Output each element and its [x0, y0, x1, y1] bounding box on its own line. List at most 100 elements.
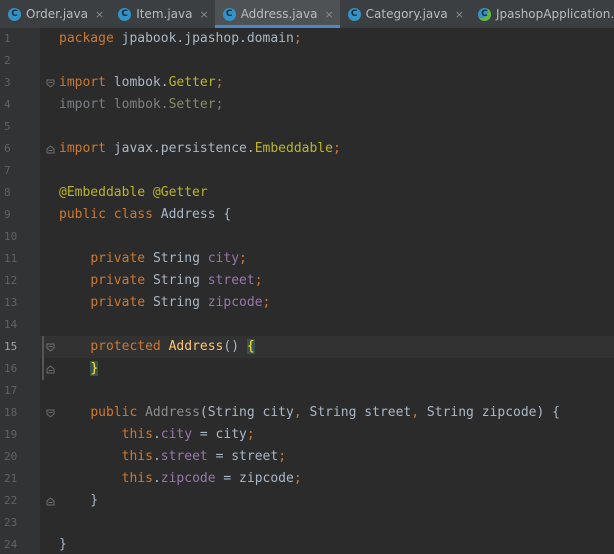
close-icon[interactable]: × [199, 8, 208, 21]
code-token: street [364, 405, 412, 420]
code-line[interactable]: 23 [0, 512, 614, 534]
tab-order-java[interactable]: C Order.java × [0, 0, 110, 28]
code-token: this [121, 427, 153, 442]
close-icon[interactable]: × [324, 8, 333, 21]
code-text: package jpabook.jpashop.domain; [59, 28, 302, 50]
code-line[interactable]: 5 [0, 116, 614, 138]
code-line[interactable]: 22 } [0, 490, 614, 512]
tab-item-java[interactable]: C Item.java × [110, 0, 215, 28]
code-line[interactable]: 18 public Address(String city, String st… [0, 402, 614, 424]
close-icon[interactable]: × [95, 8, 104, 21]
line-gutter[interactable]: 3 [0, 72, 40, 94]
code-token: zipcode [207, 295, 263, 310]
line-number: 14 [4, 318, 18, 331]
code-line[interactable]: 17 [0, 380, 614, 402]
code-token: String [426, 405, 482, 420]
code-token: ; [262, 295, 271, 310]
code-line[interactable]: 9 public class Address { [0, 204, 614, 226]
line-gutter[interactable]: 8 [0, 182, 40, 204]
line-gutter[interactable]: 2 [0, 50, 40, 72]
code-line[interactable]: 15 protected Address() { [0, 336, 614, 358]
line-gutter[interactable]: 24 [0, 534, 40, 554]
code-token: javax.persistence. [113, 141, 255, 156]
line-number: 2 [4, 54, 11, 67]
code-line[interactable]: 16 } [0, 358, 614, 380]
line-gutter[interactable]: 15 [0, 336, 40, 358]
fold-end-icon[interactable] [46, 497, 55, 506]
tab-address-java[interactable]: C Address.java × [214, 0, 340, 28]
code-token: @Embeddable [59, 185, 146, 200]
code-line[interactable]: 7 [0, 160, 614, 182]
code-text: } [59, 358, 99, 380]
code-token: city [160, 427, 200, 442]
line-number: 6 [4, 142, 11, 155]
line-gutter[interactable]: 1 [0, 28, 40, 50]
code-line[interactable]: 20 this.street = street; [0, 446, 614, 468]
line-number: 20 [4, 450, 18, 463]
fold-collapse-icon[interactable] [46, 79, 55, 88]
fold-collapse-icon[interactable] [46, 343, 55, 352]
line-gutter[interactable]: 23 [0, 512, 40, 534]
line-gutter[interactable]: 13 [0, 292, 40, 314]
code-token: ; [332, 141, 341, 156]
line-gutter[interactable]: 20 [0, 446, 40, 468]
code-token: } [90, 361, 99, 376]
code-line[interactable]: 19 this.city = city; [0, 424, 614, 446]
code-token: String [152, 273, 208, 288]
change-marker [42, 358, 44, 380]
code-line[interactable]: 10 [0, 226, 614, 248]
code-line[interactable]: 24} [0, 534, 614, 554]
line-number: 4 [4, 98, 11, 111]
code-token: Address [168, 339, 224, 354]
line-gutter[interactable]: 7 [0, 160, 40, 182]
code-line[interactable]: 11 private String city; [0, 248, 614, 270]
fold-end-icon[interactable] [46, 145, 55, 154]
line-number: 18 [4, 406, 18, 419]
line-gutter[interactable]: 14 [0, 314, 40, 336]
code-text: import lombok.Getter; [59, 72, 223, 94]
line-gutter[interactable]: 9 [0, 204, 40, 226]
line-gutter[interactable]: 18 [0, 402, 40, 424]
line-gutter[interactable]: 11 [0, 248, 40, 270]
code-line[interactable]: 6 import javax.persistence.Embeddable; [0, 138, 614, 160]
code-line[interactable]: 12 private String street; [0, 270, 614, 292]
code-token: this [121, 449, 153, 464]
code-token: ; [246, 427, 255, 442]
code-line[interactable]: 2 [0, 50, 614, 72]
code-text: import lombok.Setter; [59, 94, 223, 116]
java-class-icon: C [222, 7, 236, 21]
line-number: 3 [4, 76, 11, 89]
tab-jpashopapplication-java[interactable]: C JpashopApplication.java [470, 0, 614, 28]
code-token: . [152, 471, 161, 486]
line-gutter[interactable]: 12 [0, 270, 40, 292]
tab-category-java[interactable]: C Category.java × [340, 0, 470, 28]
code-editor[interactable]: 1 package jpabook.jpashop.domain; 2 3 import… [0, 28, 614, 554]
line-gutter[interactable]: 19 [0, 424, 40, 446]
line-number: 17 [4, 384, 18, 397]
fold-end-icon[interactable] [46, 365, 55, 374]
line-number: 21 [4, 472, 18, 485]
code-token: ; [239, 251, 247, 266]
line-gutter[interactable]: 10 [0, 226, 40, 248]
code-line[interactable]: 4 import lombok.Setter; [0, 94, 614, 116]
java-class-icon: C [118, 7, 132, 21]
code-line[interactable]: 21 this.zipcode = zipcode; [0, 468, 614, 490]
close-icon[interactable]: × [455, 8, 464, 21]
line-gutter[interactable]: 16 [0, 358, 40, 380]
line-gutter[interactable]: 4 [0, 94, 40, 116]
line-gutter[interactable]: 22 [0, 490, 40, 512]
code-line[interactable]: 1 package jpabook.jpashop.domain; [0, 28, 614, 50]
line-gutter[interactable]: 6 [0, 138, 40, 160]
code-line[interactable]: 3 import lombok.Getter; [0, 72, 614, 94]
line-gutter[interactable]: 17 [0, 380, 40, 402]
code-line[interactable]: 13 private String zipcode; [0, 292, 614, 314]
code-line[interactable]: 8 @Embeddable @Getter [0, 182, 614, 204]
line-number: 1 [4, 32, 11, 45]
line-gutter[interactable]: 5 [0, 116, 40, 138]
fold-collapse-icon[interactable] [46, 409, 55, 418]
line-gutter[interactable]: 21 [0, 468, 40, 490]
code-text: } [59, 490, 98, 512]
code-line[interactable]: 14 [0, 314, 614, 336]
